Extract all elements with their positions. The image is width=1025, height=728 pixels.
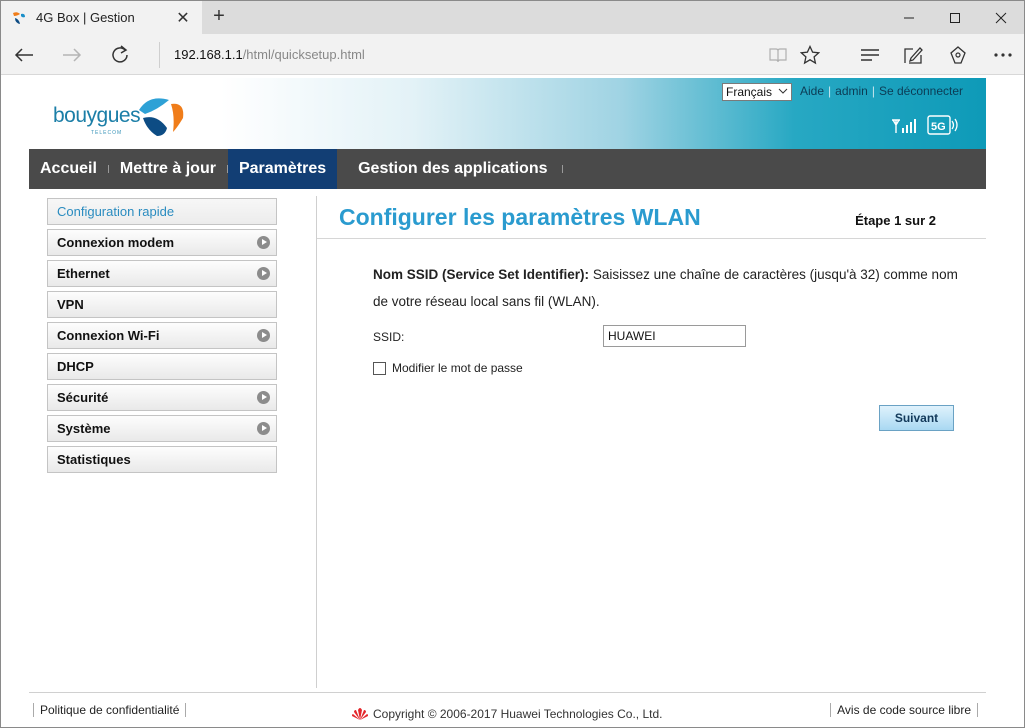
chevron-right-icon (257, 236, 270, 249)
huawei-logo-icon (352, 708, 368, 720)
close-window-icon[interactable] (978, 1, 1024, 34)
site-header: bouygues TELECOM Français Aide | admin |… (29, 78, 986, 149)
privacy-link[interactable]: Politique de confidentialité (33, 703, 187, 717)
sidebar-item-securite[interactable]: Sécurité (47, 384, 277, 411)
sidebar-item-label: Connexion modem (57, 235, 175, 250)
footer: Politique de confidentialité Copyright ©… (29, 692, 986, 727)
back-icon[interactable] (7, 38, 41, 72)
refresh-icon[interactable] (103, 38, 137, 72)
signal-strength-icon (892, 119, 916, 133)
share-icon[interactable] (941, 38, 975, 72)
ssid-description: Nom SSID (Service Set Identifier): Saisi… (373, 261, 973, 315)
sidebar-item-configuration-rapide[interactable]: Configuration rapide (47, 198, 277, 225)
sidebar-item-label: Connexion Wi-Fi (57, 328, 160, 343)
browser-tab[interactable]: 4G Box | Gestion ✕ (1, 1, 202, 34)
tab-title: 4G Box | Gestion (36, 10, 135, 25)
network-badge: 5G (931, 121, 946, 133)
chevron-right-icon (257, 391, 270, 404)
bouygues-logo[interactable]: bouygues TELECOM (53, 92, 193, 137)
sidebar-item-label: VPN (57, 297, 84, 312)
address-host: 192.168.1.1 (174, 47, 243, 62)
sidebar-item-label: Statistiques (57, 452, 131, 467)
main-menu: Accueil Mettre à jour Paramètres Gestion… (29, 149, 986, 189)
sidebar-item-label: Sécurité (57, 390, 109, 405)
source-notice-link[interactable]: Avis de code source libre (830, 703, 978, 717)
ssid-input[interactable] (603, 325, 746, 347)
sidebar: Configuration rapide Connexion modem Eth… (47, 198, 278, 477)
sidebar-item-label: Système (57, 421, 111, 436)
logo-subtext: TELECOM (91, 130, 123, 136)
address-bar[interactable]: 192.168.1.1/html/quicksetup.html (159, 42, 759, 68)
title-bar: 4G Box | Gestion ✕ + (1, 1, 1024, 34)
next-button[interactable]: Suivant (879, 405, 954, 431)
copyright: Copyright © 2006-2017 Huawei Technologie… (351, 707, 662, 721)
content-divider (316, 196, 317, 688)
ssid-description-bold: Nom SSID (Service Set Identifier): (373, 267, 590, 282)
minimize-icon[interactable] (886, 1, 932, 34)
admin-link[interactable]: admin (835, 84, 868, 98)
network-type-icon: 5G (927, 115, 958, 135)
link-separator: | (828, 84, 832, 98)
sidebar-item-connexion-modem[interactable]: Connexion modem (47, 229, 277, 256)
change-password-row: Modifier le mot de passe (373, 361, 523, 375)
chevron-right-icon (257, 422, 270, 435)
page: bouygues TELECOM Français Aide | admin |… (1, 76, 1024, 727)
link-separator: | (871, 84, 875, 98)
sidebar-item-label: DHCP (57, 359, 94, 374)
navigation-bar: 192.168.1.1/html/quicksetup.html (1, 34, 1024, 75)
menu-item-gestion-applications[interactable]: Gestion des applications (337, 149, 558, 189)
more-icon[interactable] (986, 38, 1020, 72)
forward-icon[interactable] (55, 38, 89, 72)
browser-window: 4G Box | Gestion ✕ + 192.168.1.1/html/qu… (0, 0, 1025, 728)
menu-item-parametres[interactable]: Paramètres (227, 149, 338, 189)
bouygues-favicon-icon (13, 11, 25, 24)
sidebar-item-statistiques[interactable]: Statistiques (47, 446, 277, 473)
ssid-label: SSID: (373, 330, 405, 344)
sidebar-item-vpn[interactable]: VPN (47, 291, 277, 318)
title-divider (317, 238, 986, 239)
language-value: Français (726, 85, 773, 99)
menu-separator (562, 165, 564, 173)
language-select[interactable]: Français (722, 83, 792, 101)
chevron-right-icon (257, 329, 270, 342)
address-path: /html/quicksetup.html (242, 47, 365, 62)
copyright-text: Copyright © 2006-2017 Huawei Technologie… (373, 707, 663, 721)
chevron-right-icon (257, 267, 270, 280)
top-links: Aide | admin | Se déconnecter (800, 84, 963, 98)
reading-view-icon[interactable] (761, 38, 795, 72)
chevron-down-icon (778, 88, 788, 94)
menu-item-accueil[interactable]: Accueil (29, 149, 108, 189)
change-password-checkbox[interactable] (373, 361, 386, 375)
sidebar-item-label: Ethernet (57, 266, 110, 281)
tab-close-icon[interactable]: ✕ (172, 7, 194, 29)
logo-text: bouygues (53, 104, 141, 127)
step-indicator: Étape 1 sur 2 (855, 213, 936, 228)
main-content: Configurer les paramètres WLAN Étape 1 s… (317, 204, 986, 431)
sidebar-item-ethernet[interactable]: Ethernet (47, 260, 277, 287)
change-password-label: Modifier le mot de passe (392, 361, 523, 375)
sidebar-item-dhcp[interactable]: DHCP (47, 353, 277, 380)
web-note-icon[interactable] (896, 38, 930, 72)
hub-icon[interactable] (853, 38, 887, 72)
maximize-icon[interactable] (932, 1, 978, 34)
bouygues-logo-icon (139, 98, 184, 136)
sidebar-item-systeme[interactable]: Système (47, 415, 277, 442)
favorite-star-icon[interactable] (793, 38, 827, 72)
sidebar-item-label: Configuration rapide (57, 204, 175, 219)
sidebar-item-connexion-wifi[interactable]: Connexion Wi-Fi (47, 322, 277, 349)
new-tab-icon[interactable]: + (208, 6, 230, 28)
help-link[interactable]: Aide (800, 84, 824, 98)
menu-item-mettre-a-jour[interactable]: Mettre à jour (109, 149, 227, 189)
logout-link[interactable]: Se déconnecter (879, 84, 963, 98)
